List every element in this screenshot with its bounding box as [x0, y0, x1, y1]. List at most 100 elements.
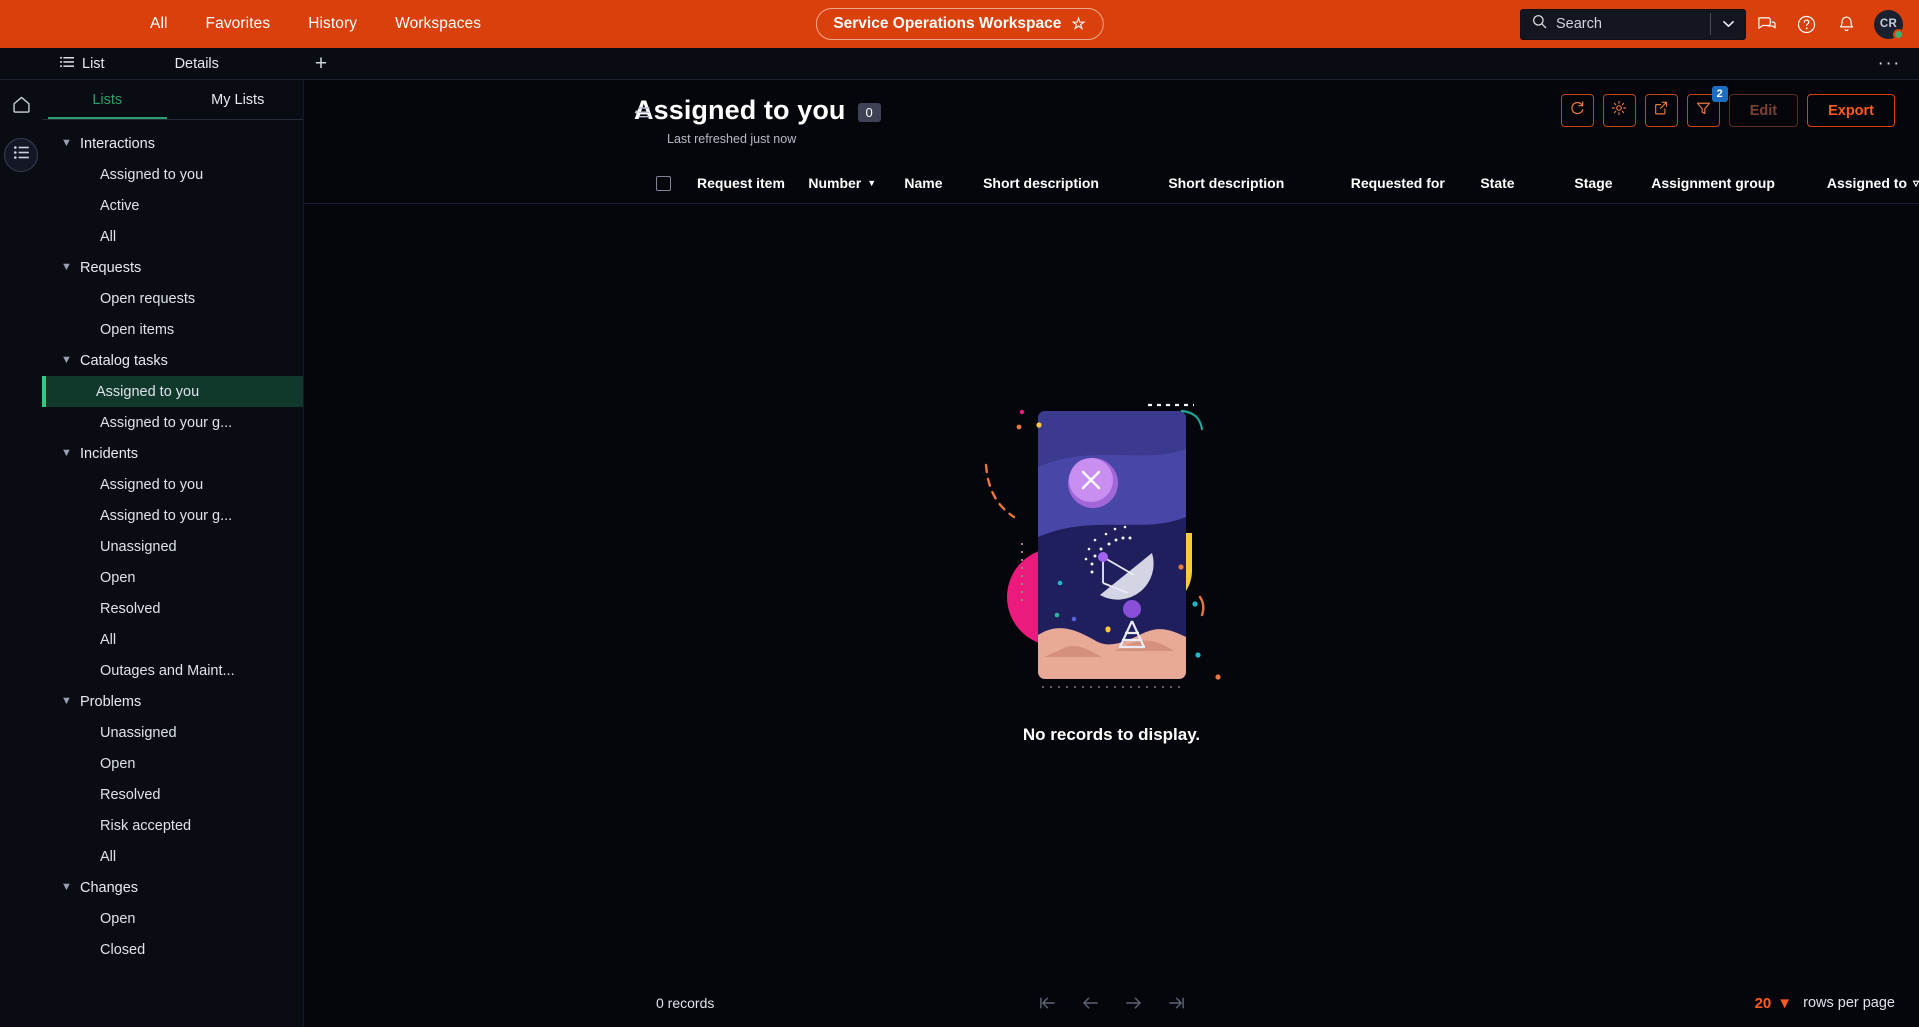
sidebar-item-label: Open [100, 910, 136, 927]
page-navigation [1039, 996, 1185, 1010]
column-stage[interactable]: Stage [1574, 175, 1651, 191]
sidebar-item-interactions-all[interactable]: All [42, 221, 303, 252]
record-count-badge: 0 [857, 103, 881, 123]
sidebar-item-incidents-unassigned[interactable]: Unassigned [42, 531, 303, 562]
refresh-button[interactable] [1560, 94, 1594, 127]
sidebar-item-label: Assigned to your g... [100, 414, 233, 431]
column-filter-icon[interactable]: ▿ [1913, 176, 1919, 190]
conversations-icon[interactable] [1746, 4, 1786, 44]
tree-group-label: Problems [80, 693, 142, 710]
column-label: Request item [697, 175, 785, 192]
topnav-workspaces[interactable]: Workspaces [393, 11, 483, 37]
sidebar-item-catalog-tasks-assigned-to-you[interactable]: Assigned to you [42, 376, 303, 407]
sidebar-item-problems-risk-accepted[interactable]: Risk accepted [42, 810, 303, 841]
sidebar-item-incidents-resolved[interactable]: Resolved [42, 593, 303, 624]
rows-per-page-select[interactable]: 20 ▼ [1755, 995, 1793, 1012]
column-short-description-1[interactable]: Short description [983, 175, 1168, 191]
column-number[interactable]: Number ▼ [808, 175, 904, 191]
favorite-star-icon[interactable]: ☆ [1071, 14, 1085, 34]
next-page-icon[interactable] [1125, 996, 1142, 1010]
sidebar-item-incidents-open[interactable]: Open [42, 562, 303, 593]
rows-per-page-label: rows per page [1803, 995, 1895, 1011]
tabstrip-overflow-button[interactable]: ··· [1878, 54, 1901, 73]
sidebar-item-requests-open-requests[interactable]: Open requests [42, 283, 303, 314]
sidebar-item-label: All [100, 848, 117, 865]
notifications-icon[interactable] [1826, 4, 1866, 44]
search-field-wrap[interactable] [1521, 10, 1710, 39]
chevron-down-icon[interactable] [1711, 10, 1745, 39]
global-nav: All Favorites History Workspaces [148, 11, 483, 37]
list-actions: 2 Edit Export [1560, 86, 1895, 127]
sort-descending-icon: ▼ [867, 178, 877, 189]
sidebar-item-label: Assigned to you [100, 166, 204, 183]
filter-button[interactable]: 2 [1686, 86, 1728, 127]
help-icon[interactable] [1786, 4, 1826, 44]
sidebar-item-problems-all[interactable]: All [42, 841, 303, 872]
topnav-all[interactable]: All [148, 11, 170, 37]
home-button[interactable] [4, 90, 38, 124]
tree-group-label: Incidents [80, 445, 139, 462]
column-label: Assigned to [1826, 175, 1907, 192]
sidebar-item-incidents-all[interactable]: All [42, 624, 303, 655]
open-in-new-button[interactable] [1644, 94, 1678, 127]
tree-group-interactions[interactable]: ▼ Interactions [42, 128, 303, 159]
sidebar-item-interactions-assigned-to-you[interactable]: Assigned to you [42, 159, 303, 190]
column-assigned-to[interactable]: Assigned to ▿ [1827, 175, 1919, 191]
global-search[interactable] [1520, 8, 1746, 40]
sidebar-item-label: All [100, 228, 117, 245]
topnav-history[interactable]: History [306, 11, 359, 37]
last-page-icon[interactable] [1168, 996, 1185, 1010]
sidebar-item-label: Risk accepted [100, 817, 192, 834]
first-page-icon[interactable] [1039, 996, 1056, 1010]
tab-list[interactable]: List [56, 48, 109, 79]
sidebar-tab-my-lists[interactable]: My Lists [173, 80, 304, 120]
sidebar-item-label: Unassigned [100, 724, 177, 741]
sidebar-item-problems-unassigned[interactable]: Unassigned [42, 717, 303, 748]
chevron-down-icon: ▼ [61, 137, 72, 149]
tree-group-changes[interactable]: ▼ Changes [42, 872, 303, 903]
sidebar-item-interactions-active[interactable]: Active [42, 190, 303, 221]
column-requested-for[interactable]: Requested for [1351, 175, 1481, 191]
sidebar-item-requests-open-items[interactable]: Open items [42, 314, 303, 345]
lists-rail-button[interactable] [4, 138, 38, 172]
sidebar-tab-lists[interactable]: Lists [42, 80, 173, 120]
edit-button[interactable]: Edit [1728, 94, 1799, 127]
list-header: Assigned to you 0 Last refreshed just no… [304, 80, 1919, 146]
sidebar-item-incidents-assigned-to-you[interactable]: Assigned to you [42, 469, 303, 500]
tree-group-incidents[interactable]: ▼ Incidents [42, 438, 303, 469]
workspace-body: Lists My Lists ▼ Interactions Assigned to … [0, 80, 1919, 1027]
sidebar-item-incidents-assigned-to-your-g[interactable]: Assigned to your g... [42, 500, 303, 531]
gear-icon [1611, 100, 1627, 121]
search-input[interactable] [1556, 16, 1710, 32]
previous-page-icon[interactable] [1082, 996, 1099, 1010]
chevron-down-icon: ▼ [61, 261, 72, 273]
collapse-sidebar-icon[interactable] [634, 106, 650, 124]
sidebar-item-changes-open[interactable]: Open [42, 903, 303, 934]
sidebar-item-changes-closed[interactable]: Closed [42, 934, 303, 965]
topnav-favorites[interactable]: Favorites [204, 11, 273, 37]
column-assignment-group[interactable]: Assignment group [1651, 175, 1827, 191]
export-button[interactable]: Export [1807, 94, 1895, 127]
sidebar-item-catalog-tasks-assigned-to-your-g[interactable]: Assigned to your g... [42, 407, 303, 438]
sidebar-item-label: Open [100, 569, 136, 586]
list-settings-button[interactable] [1602, 94, 1636, 127]
tree-group-catalog-tasks[interactable]: ▼ Catalog tasks [42, 345, 303, 376]
tree-group-requests[interactable]: ▼ Requests [42, 252, 303, 283]
list-menu-icon [13, 146, 29, 164]
tree-group-problems[interactable]: ▼ Problems [42, 686, 303, 717]
tree-group-label: Catalog tasks [80, 352, 168, 369]
sidebar-item-incidents-outages-and-maint[interactable]: Outages and Maint... [42, 655, 303, 686]
column-name[interactable]: Name [904, 175, 983, 191]
sidebar-item-problems-resolved[interactable]: Resolved [42, 779, 303, 810]
avatar[interactable]: CR [1874, 9, 1904, 40]
refresh-icon [1569, 100, 1585, 121]
column-state[interactable]: State [1480, 175, 1574, 191]
tab-details[interactable]: Details [171, 48, 223, 79]
workspace-selector[interactable]: Service Operations Workspace ☆ [815, 8, 1104, 40]
lists-tree[interactable]: ▼ Interactions Assigned to you Active All ▼ Re… [42, 120, 303, 1027]
column-short-description-2[interactable]: Short description [1168, 175, 1350, 191]
select-all-checkbox[interactable] [656, 175, 671, 191]
add-tab-button[interactable]: + [315, 53, 327, 74]
column-request-item[interactable]: Request item [697, 175, 808, 191]
sidebar-item-problems-open[interactable]: Open [42, 748, 303, 779]
